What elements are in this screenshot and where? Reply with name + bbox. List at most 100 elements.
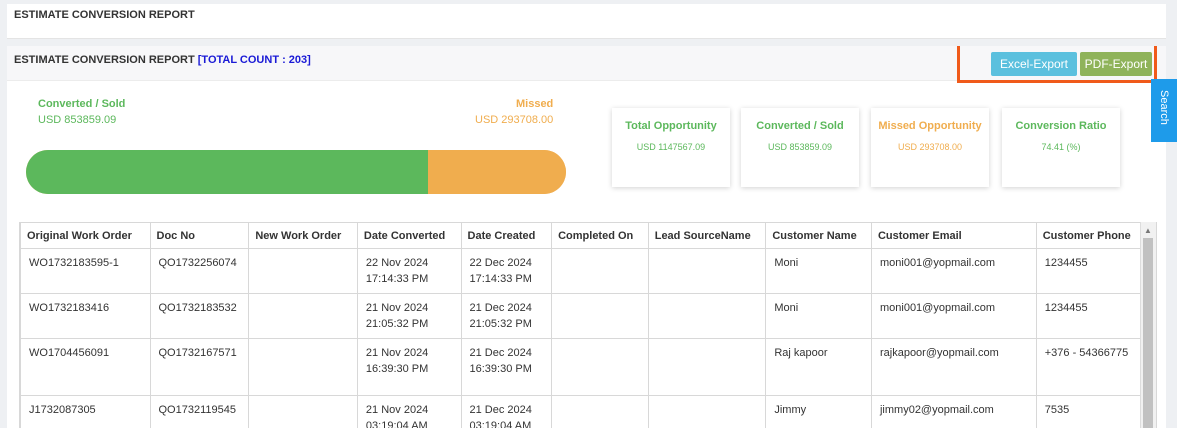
original-work-order-cell: J1732087305	[20, 395, 151, 428]
date-text: 21 Dec 2024	[469, 302, 532, 314]
progress-missed-fill	[427, 150, 566, 194]
date-text: 21 Nov 2024	[365, 302, 429, 314]
completed-on-cell	[551, 248, 649, 294]
date-created-cell: 21 Dec 2024 16:39:30 PM	[460, 338, 553, 396]
report-table-container[interactable]: Original Work Order Doc No New Work Orde…	[19, 222, 1157, 428]
scroll-up-icon[interactable]: ▲	[1144, 226, 1152, 235]
table-row[interactable]: WO1704456091 QO1732167571 21 Nov 2024 16:…	[20, 338, 1156, 396]
column-header[interactable]: Completed On	[551, 223, 649, 249]
doc-no-cell: QO1732119545	[149, 395, 250, 428]
top-panel: ESTIMATE CONVERSION REPORT	[7, 4, 1166, 39]
sold-legend: Converted / Sold USD 853859.09	[38, 98, 125, 126]
customer-phone-cell: 1234455	[1035, 293, 1156, 339]
card-conversion-ratio: Conversion Ratio 74.41 (%)	[1002, 108, 1120, 187]
table-row[interactable]: J1732087305 QO1732119545 21 Nov 2024 03:1…	[20, 395, 1156, 428]
original-work-order-cell: WO1732183595-1	[20, 248, 151, 294]
column-header[interactable]: New Work Order	[248, 223, 358, 249]
table-header-row: Original Work Order Doc No New Work Orde…	[20, 223, 1156, 249]
column-header[interactable]: Customer Email	[870, 223, 1037, 249]
report-header: ESTIMATE CONVERSION REPORT [TOTAL COUNT …	[7, 46, 1166, 83]
report-title-text: ESTIMATE CONVERSION REPORT	[14, 54, 195, 66]
scrollbar-thumb[interactable]	[1143, 238, 1153, 428]
time-text: 17:14:33 PM	[365, 273, 429, 285]
pdf-export-button[interactable]: PDF-Export	[1080, 52, 1152, 76]
new-work-order-cell	[248, 395, 358, 428]
completed-on-cell	[551, 293, 649, 339]
search-tab-label: Search	[1158, 90, 1170, 125]
card-value: 74.41 (%)	[1041, 142, 1081, 152]
report-title: ESTIMATE CONVERSION REPORT [TOTAL COUNT …	[14, 54, 311, 66]
progress-sold-fill	[26, 150, 428, 194]
doc-no-cell: QO1732167571	[149, 338, 250, 396]
column-header[interactable]: Customer Name	[765, 223, 872, 249]
date-created-cell: 21 Dec 2024 03:19:04 AM	[460, 395, 553, 428]
time-text: 21:05:32 PM	[365, 318, 429, 330]
table-row[interactable]: WO1732183416 QO1732183532 21 Nov 2024 21:…	[20, 293, 1156, 339]
card-value: USD 1147567.09	[636, 142, 706, 152]
lead-source-cell	[647, 293, 767, 339]
card-title: Conversion Ratio	[1015, 120, 1107, 132]
new-work-order-cell	[248, 248, 358, 294]
customer-email-cell: jimmy02@yopmail.com	[870, 395, 1037, 428]
date-converted-cell: 22 Nov 2024 17:14:33 PM	[356, 248, 462, 294]
column-header[interactable]: Date Converted	[356, 223, 462, 249]
report-panel: ESTIMATE CONVERSION REPORT [TOTAL COUNT …	[7, 46, 1166, 428]
card-value: USD 293708.00	[897, 142, 963, 152]
date-text: 22 Dec 2024	[469, 257, 532, 269]
customer-phone-cell: 1234455	[1035, 248, 1156, 294]
column-header[interactable]: Original Work Order	[20, 223, 151, 249]
date-text: 21 Nov 2024	[365, 347, 429, 359]
card-converted-sold: Converted / Sold USD 853859.09	[741, 108, 859, 187]
conversion-progress-bar	[26, 150, 566, 194]
customer-name-cell: Moni	[765, 248, 872, 294]
search-side-tab[interactable]: Search	[1151, 79, 1177, 142]
table-scrollbar[interactable]: ▲	[1140, 222, 1156, 428]
date-text: 21 Dec 2024	[469, 404, 532, 416]
original-work-order-cell: WO1732183416	[20, 293, 151, 339]
missed-legend-value: USD 293708.00	[475, 114, 554, 126]
excel-export-button[interactable]: Excel-Export	[991, 52, 1077, 76]
completed-on-cell	[551, 395, 649, 428]
date-converted-cell: 21 Nov 2024 16:39:30 PM	[356, 338, 462, 396]
column-header[interactable]: Lead SourceName	[647, 223, 767, 249]
card-total-opportunity: Total Opportunity USD 1147567.09	[612, 108, 730, 187]
completed-on-cell	[551, 338, 649, 396]
card-missed-opportunity: Missed Opportunity USD 293708.00	[871, 108, 989, 187]
column-header[interactable]: Customer Phone	[1035, 223, 1156, 249]
new-work-order-cell	[248, 338, 358, 396]
missed-legend: Missed USD 293708.00	[475, 98, 553, 126]
original-work-order-cell: WO1704456091	[20, 338, 151, 396]
date-text: 22 Nov 2024	[365, 257, 429, 269]
total-count: [TOTAL COUNT : 203]	[197, 54, 311, 66]
doc-no-cell: QO1732183532	[149, 293, 250, 339]
customer-email-cell: rajkapoor@yopmail.com	[870, 338, 1037, 396]
date-text: 21 Dec 2024	[469, 347, 532, 359]
table-row[interactable]: WO1732183595-1 QO1732256074 22 Nov 2024 1…	[20, 248, 1156, 294]
customer-name-cell: Jimmy	[765, 395, 872, 428]
card-title: Converted / Sold	[756, 120, 844, 132]
time-text: 03:19:04 AM	[469, 420, 532, 428]
top-panel-title: ESTIMATE CONVERSION REPORT	[14, 9, 195, 21]
customer-phone-cell: +376 - 54366775	[1035, 338, 1156, 396]
new-work-order-cell	[248, 293, 358, 339]
missed-legend-label: Missed	[515, 98, 554, 110]
customer-email-cell: moni001@yopmail.com	[870, 293, 1037, 339]
customer-name-cell: Raj kapoor	[765, 338, 872, 396]
card-title: Total Opportunity	[625, 120, 717, 132]
card-title: Missed Opportunity	[878, 120, 982, 132]
doc-no-cell: QO1732256074	[149, 248, 250, 294]
date-created-cell: 21 Dec 2024 21:05:32 PM	[460, 293, 553, 339]
time-text: 21:05:32 PM	[469, 318, 532, 330]
lead-source-cell	[647, 395, 767, 428]
column-header[interactable]: Date Created	[460, 223, 553, 249]
lead-source-cell	[647, 248, 767, 294]
date-text: 21 Nov 2024	[365, 404, 429, 416]
sold-legend-value: USD 853859.09	[38, 114, 117, 126]
card-value: USD 853859.09	[767, 142, 833, 152]
customer-phone-cell: 7535	[1035, 395, 1156, 428]
report-table: Original Work Order Doc No New Work Orde…	[20, 223, 1156, 428]
lead-source-cell	[647, 338, 767, 396]
time-text: 17:14:33 PM	[469, 273, 532, 285]
customer-name-cell: Moni	[765, 293, 872, 339]
column-header[interactable]: Doc No	[149, 223, 250, 249]
